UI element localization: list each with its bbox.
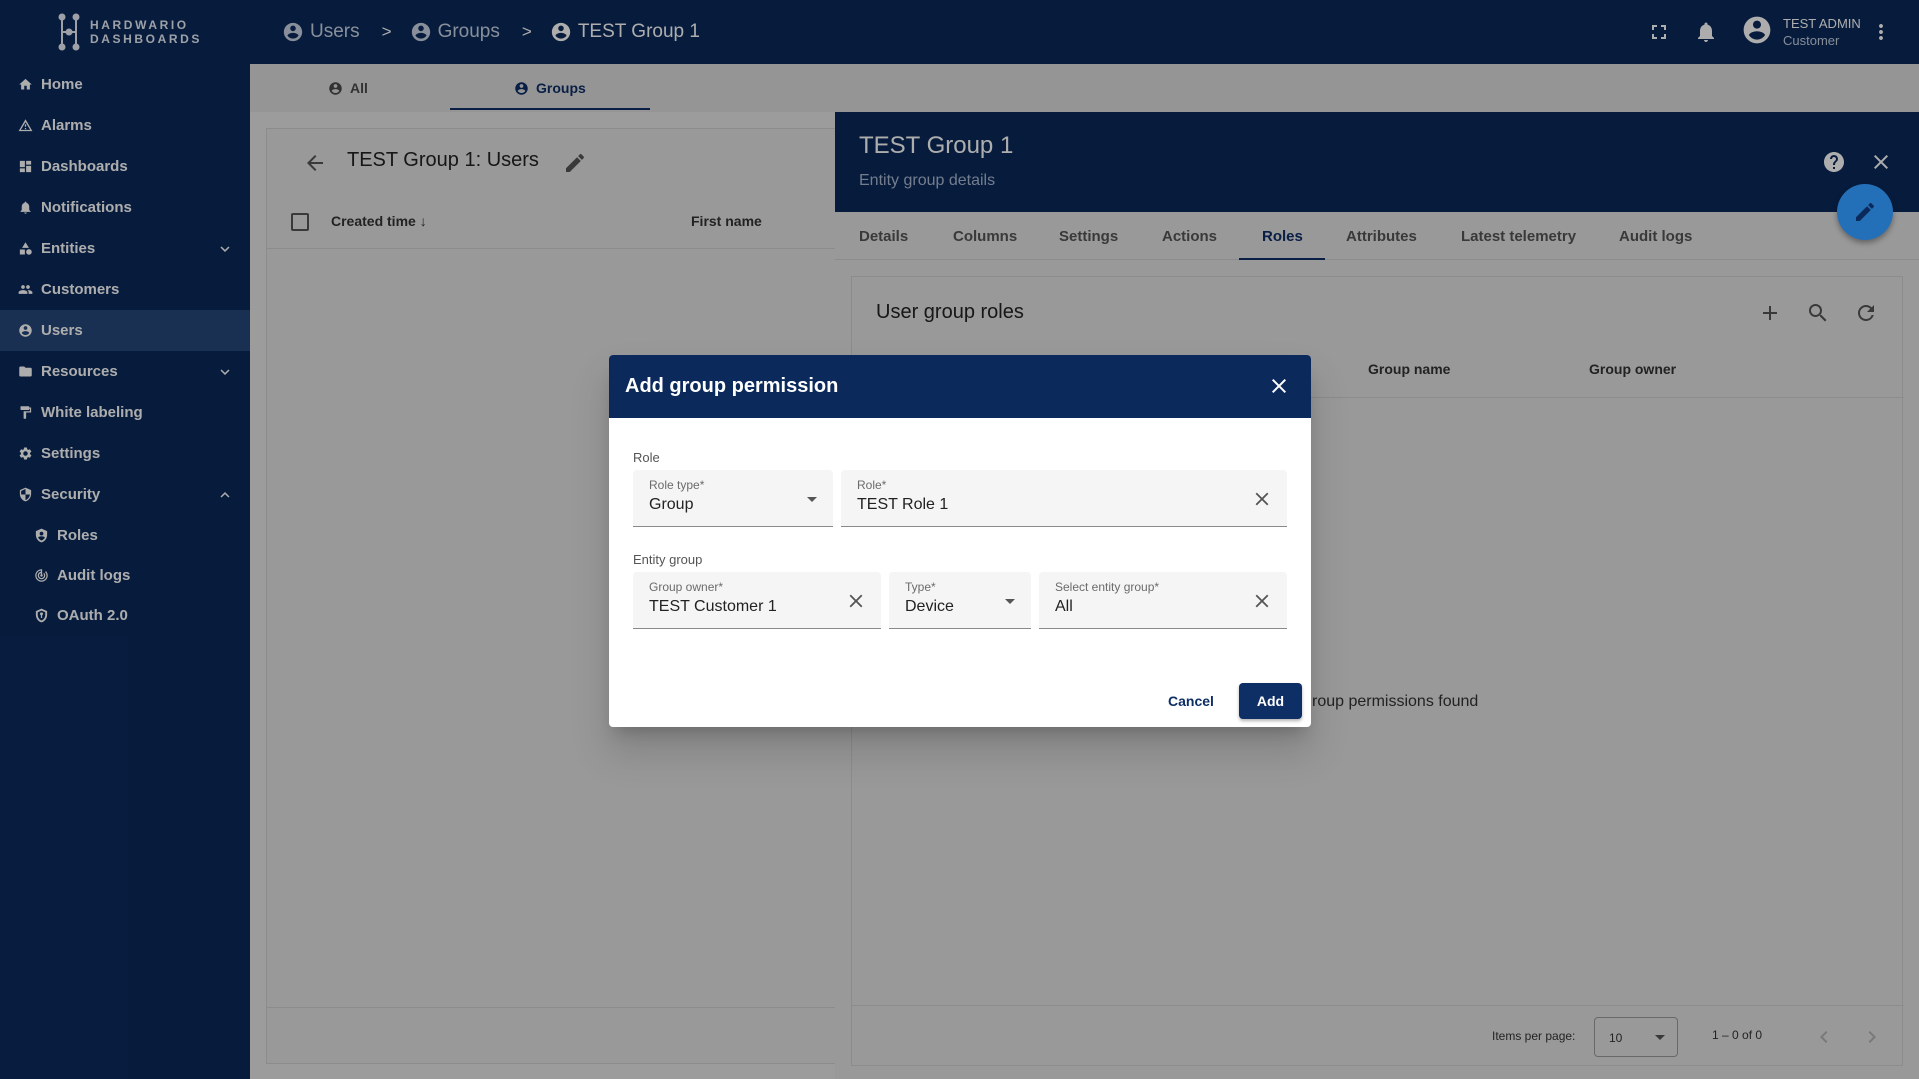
clear-icon[interactable] (845, 590, 867, 612)
clear-icon[interactable] (1251, 488, 1273, 510)
field-value: All (1055, 598, 1073, 615)
edit-fab-button[interactable] (1837, 184, 1893, 240)
role-type-select[interactable]: Role type* Group (633, 470, 833, 527)
dialog-header: Add group permission (609, 355, 1311, 418)
field-value: TEST Customer 1 (649, 598, 777, 615)
role-autocomplete[interactable]: Role* TEST Role 1 (841, 470, 1287, 527)
entity-group-section-label: Entity group (633, 552, 703, 567)
cancel-button[interactable]: Cancel (1161, 683, 1221, 719)
field-value: TEST Role 1 (857, 496, 949, 513)
clear-icon[interactable] (1251, 590, 1273, 612)
add-button[interactable]: Add (1239, 683, 1302, 719)
field-label: Role* (857, 478, 887, 492)
field-label: Role type* (649, 478, 705, 492)
select-entity-group-autocomplete[interactable]: Select entity group* All (1039, 572, 1287, 629)
add-group-permission-dialog: Add group permission Role Role type* Gro… (609, 355, 1311, 727)
field-value: Device (905, 598, 954, 615)
field-label: Select entity group* (1055, 580, 1160, 594)
dropdown-arrow-icon (807, 497, 817, 502)
field-value: Group (649, 496, 694, 513)
dialog-title: Add group permission (625, 375, 839, 397)
edit-icon (1856, 202, 1875, 221)
role-section-label: Role (633, 450, 660, 465)
field-label: Type* (905, 580, 936, 594)
field-label: Group owner* (649, 580, 724, 594)
type-select[interactable]: Type* Device (889, 572, 1031, 629)
close-icon[interactable] (1267, 374, 1291, 398)
group-owner-autocomplete[interactable]: Group owner* TEST Customer 1 (633, 572, 881, 629)
dropdown-arrow-icon (1005, 599, 1015, 604)
